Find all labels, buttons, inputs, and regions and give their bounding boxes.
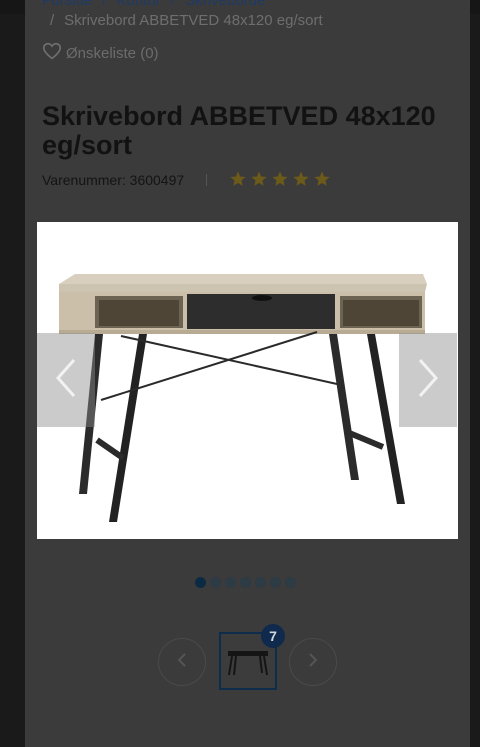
pagination-dot[interactable] [285,576,296,588]
page-title: Skrivebord ABBETVED 48x120 eg/sort [42,101,436,160]
pagination-dot[interactable] [210,576,221,588]
previous-image-button[interactable] [37,333,95,427]
desk-illustration [59,274,427,522]
product-meta: Varenummer: 3600497 [42,170,442,190]
breadcrumb-separator: / [50,12,55,29]
breadcrumb: Forside / Kontor / Skriveborde [42,0,271,9]
gallery-pagination-dots [195,576,296,588]
thumbnail-next-button[interactable] [289,638,337,686]
pagination-dot[interactable] [195,576,206,588]
thumbnail-strip: 7 [158,624,338,694]
sku-label: Varenummer: 3600497 [42,172,185,188]
star-icon [229,170,247,191]
product-image[interactable] [37,222,458,539]
thumbnail-prev-button[interactable] [158,638,206,686]
breadcrumb-item-office[interactable]: Kontor [117,0,161,9]
chevron-left-icon [177,652,187,673]
star-icon [292,170,310,191]
breadcrumb-current-label: Skrivebord ABBETVED 48x120 eg/sort [64,12,323,29]
desk-thumbnail [228,651,268,676]
breadcrumb-separator: / [170,0,176,9]
breadcrumb-separator: / [102,0,107,9]
wishlist-label: Ønskeliste (0) [66,44,159,62]
chevron-right-icon [416,358,440,403]
chevron-right-icon [308,652,318,673]
breadcrumb-current: / Skrivebord ABBETVED 48x120 eg/sort [50,12,323,29]
breadcrumb-item-desks[interactable]: Skriveborde [185,0,265,9]
star-icon [271,170,289,191]
rating-stars[interactable] [229,170,331,191]
pagination-dot[interactable] [270,576,281,588]
divider [206,174,208,186]
pagination-dot[interactable] [240,576,251,588]
star-icon [250,170,268,191]
pagination-dot[interactable] [255,576,266,588]
breadcrumb-item-home[interactable]: Forside [42,0,92,9]
star-icon [313,170,331,191]
image-count-badge: 7 [261,624,285,648]
chevron-left-icon [54,358,78,403]
wishlist-link[interactable]: Ønskeliste (0) [42,42,159,64]
pagination-dot[interactable] [225,576,236,588]
heart-icon [42,42,62,64]
next-image-button[interactable] [399,333,457,427]
